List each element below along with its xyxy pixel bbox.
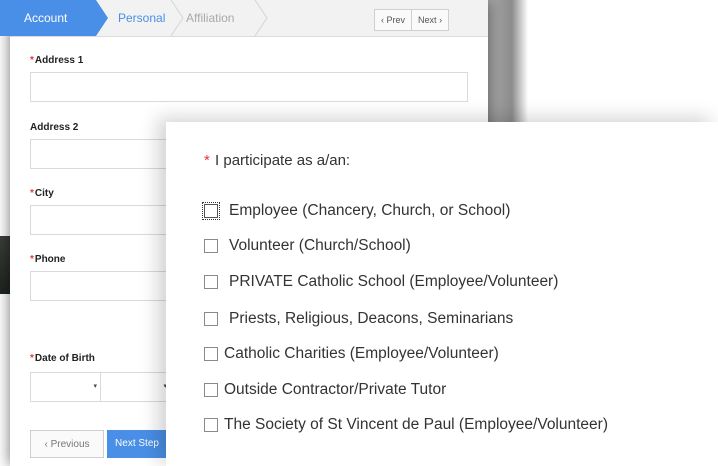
background-photo: [0, 236, 10, 294]
option-label: Volunteer (Church/School): [229, 237, 411, 254]
participation-panel: * I participate as a/an: Employee (Chanc…: [166, 122, 718, 466]
address1-label: *Address 1: [30, 55, 84, 66]
checkbox[interactable]: [202, 202, 220, 220]
next-button[interactable]: Next ›: [411, 10, 448, 30]
chevron-right-icon: ›: [439, 15, 443, 25]
prev-button[interactable]: ‹ Prev: [375, 10, 411, 30]
option-label: Priests, Religious, Deacons, Seminarians: [229, 310, 514, 327]
option-label: Outside Contractor/Private Tutor: [224, 381, 447, 398]
address2-label: Address 2: [30, 122, 79, 133]
required-mark: *: [30, 55, 34, 66]
phone-label: *Phone: [30, 254, 66, 265]
address1-input[interactable]: [30, 72, 468, 102]
checkbox[interactable]: [204, 275, 218, 289]
dob-month-select[interactable]: ▾: [30, 372, 106, 402]
checkbox[interactable]: [204, 383, 218, 397]
next-label: Next: [418, 15, 437, 25]
next-step-button[interactable]: Next Step: [107, 430, 167, 458]
chevron-left-icon: ‹: [381, 15, 384, 25]
option-label: The Society of St Vincent de Paul (Emplo…: [224, 416, 608, 433]
required-mark: *: [30, 254, 34, 265]
checkbox[interactable]: [204, 312, 218, 326]
step-account-label: Account: [24, 11, 68, 25]
checkbox[interactable]: [204, 239, 218, 253]
dob-label: *Date of Birth: [30, 353, 95, 364]
checkbox[interactable]: [204, 418, 218, 432]
dob-day-select[interactable]: ▾: [100, 372, 176, 402]
step-personal-label: Personal: [118, 11, 166, 25]
prev-label: Prev: [386, 15, 406, 25]
option-st-vincent-de-paul[interactable]: The Society of St Vincent de Paul (Emplo…: [204, 416, 608, 434]
previous-button[interactable]: ‹ Previous: [30, 430, 104, 458]
city-label: *City: [30, 188, 54, 199]
step-separator-icon: [254, 0, 268, 36]
option-label: Catholic Charities (Employee/Volunteer): [224, 345, 499, 362]
question-label: I participate as a/an:: [215, 152, 351, 169]
option-outside-contractor[interactable]: Outside Contractor/Private Tutor: [204, 381, 446, 399]
required-mark: *: [30, 353, 34, 364]
background-shadow: [488, 0, 528, 122]
wizard-nav: ‹ Prev Next ›: [374, 9, 450, 31]
step-affiliation-label: Affiliation: [186, 11, 235, 25]
participation-question: * I participate as a/an:: [204, 152, 350, 169]
option-clergy[interactable]: Priests, Religious, Deacons, Seminarians: [204, 310, 513, 328]
wizard-steps: Account Personal Affiliation ‹ Prev Next…: [0, 0, 488, 37]
option-label: PRIVATE Catholic School (Employee/Volunt…: [229, 273, 559, 290]
option-volunteer[interactable]: Volunteer (Church/School): [204, 237, 411, 255]
chevron-down-icon: ▾: [93, 383, 97, 390]
step-account[interactable]: Account: [0, 0, 108, 36]
option-employee[interactable]: Employee (Chancery, Church, or School): [202, 202, 511, 220]
option-label: Employee (Chancery, Church, or School): [229, 202, 511, 219]
checkbox[interactable]: [204, 347, 218, 361]
option-catholic-charities[interactable]: Catholic Charities (Employee/Volunteer): [204, 345, 499, 363]
screen: Account Personal Affiliation ‹ Prev Next…: [0, 0, 718, 466]
required-mark: *: [204, 152, 210, 169]
option-private-school[interactable]: PRIVATE Catholic School (Employee/Volunt…: [204, 273, 558, 291]
required-mark: *: [30, 188, 34, 199]
